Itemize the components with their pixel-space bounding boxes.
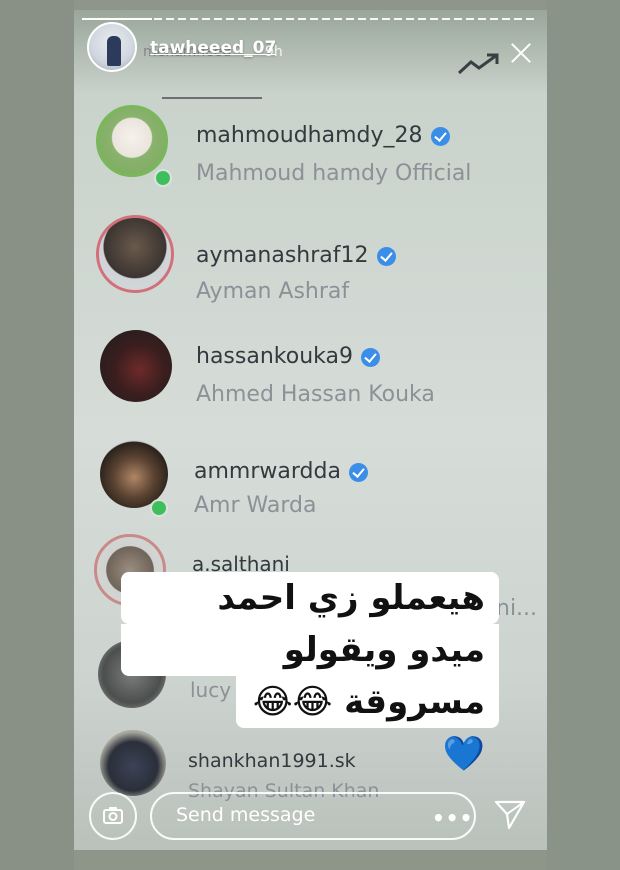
avatar [100,440,168,508]
story-timestamp: 9h [265,44,283,60]
list-item: aymanashraf12 Ayman Ashraf [74,215,547,315]
camera-button[interactable] [89,792,137,840]
story-username[interactable]: tawheeed_07 [150,38,276,58]
online-indicator [150,499,168,517]
username: shankhan1991.sk [188,750,356,772]
verified-icon [348,462,368,482]
full-name: Ahmed Hassan Kouka [196,382,435,407]
full-name: Ayman Ashraf [196,279,350,304]
username: hassankouka9 [196,344,380,369]
username: mahmoudhamdy_28 [196,123,450,148]
username: ammrwardda [194,459,368,484]
tab-underline [162,97,262,99]
close-icon[interactable] [508,40,534,66]
list-item: mahmoudhamdy_28 Mahmoud hamdy Official [74,105,547,205]
caption-line-2: ميدو ويقولو الاكونتات [121,624,499,722]
verified-icon [376,246,396,266]
avatar[interactable] [87,22,137,72]
trending-icon [457,53,499,75]
send-icon[interactable] [493,798,527,832]
send-message-placeholder: Send message [176,804,316,826]
avatar [96,215,174,293]
full-name: lucy [190,678,232,702]
partial-text: ni... [496,596,538,621]
caption-line-3: مسروقة 😂😂💙 [236,676,499,774]
username: aymanashraf12 [196,243,396,268]
camera-icon [103,807,123,824]
avatar [100,330,172,402]
verified-icon [360,347,380,367]
online-indicator [154,169,172,187]
full-name: Mahmoud hamdy Official [196,161,472,186]
list-item: ammrwardda Amr Warda [74,435,547,535]
right-backdrop [547,0,620,870]
story-progress-fill [82,18,152,20]
left-backdrop [0,0,74,870]
avatar [96,105,168,177]
avatar [100,730,166,796]
full-name: Amr Warda [194,493,317,518]
verified-icon [430,126,450,146]
caption-line-1: هيعملو زي احمد حسام [121,572,499,670]
list-item: hassankouka9 Ahmed Hassan Kouka [74,330,547,430]
more-options-icon[interactable]: ••• [432,806,473,830]
